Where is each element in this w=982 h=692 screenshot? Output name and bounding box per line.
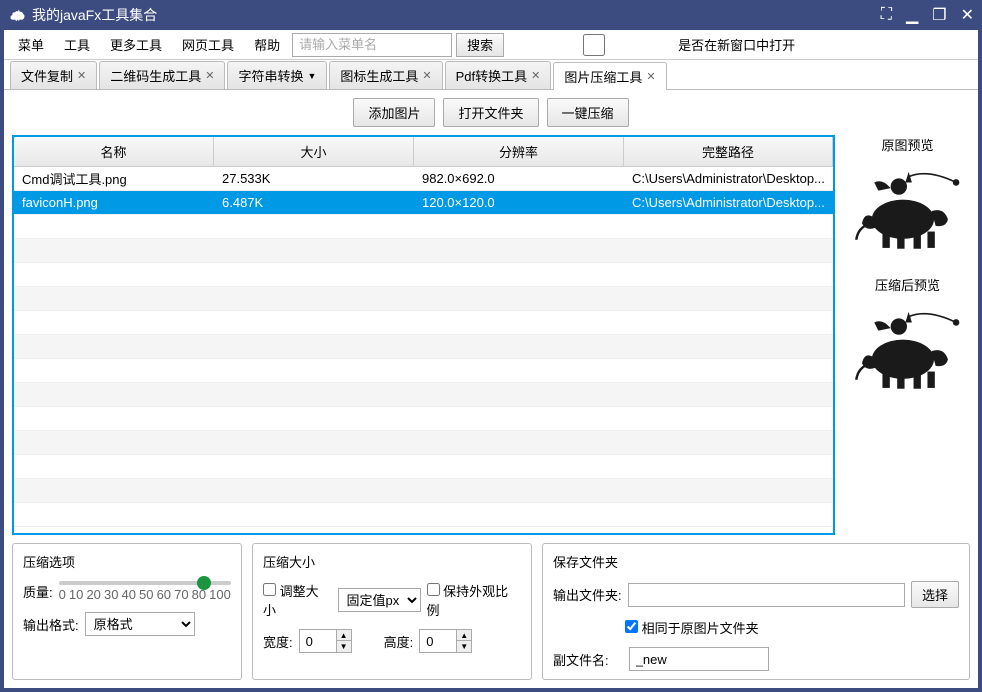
image-table: 名称 大小 分辨率 完整路径 Cmd调试工具.png 27.533K 982.0… [12,135,835,535]
col-header-resolution[interactable]: 分辨率 [414,137,624,166]
resize-checkbox-label[interactable]: 调整大小 [263,581,332,619]
width-spinner[interactable]: ▲▼ [299,629,352,653]
resize-checkbox[interactable] [263,583,276,596]
col-header-path[interactable]: 完整路径 [624,137,833,166]
suffix-label: 副文件名: [553,650,609,669]
menu-item[interactable]: 网页工具 [174,31,242,58]
table-row [14,431,833,455]
compressed-preview-image [847,302,967,392]
tab-close-icon[interactable]: ✕ [531,69,540,82]
resize-mode-select[interactable]: 固定值px [338,588,421,612]
menu-item[interactable]: 菜单 [10,31,52,58]
restore-icon[interactable]: ❐ [932,5,946,25]
original-preview-label: 原图预览 [845,135,970,154]
compress-size-panel: 压缩大小 调整大小 固定值px 保持外观比例 宽度: ▲▼ 高度: ▲▼ [252,543,532,680]
output-format-select[interactable]: 原格式 [85,612,195,636]
table-row[interactable]: faviconH.png 6.487K 120.0×120.0 C:\Users… [14,191,833,215]
select-folder-button[interactable]: 选择 [911,581,959,608]
output-format-label: 输出格式: [23,615,79,634]
new-window-checkbox[interactable] [514,34,674,56]
tab-close-icon[interactable]: ✕ [422,69,431,82]
output-folder-label: 输出文件夹: [553,585,622,604]
col-header-size[interactable]: 大小 [214,137,414,166]
keep-ratio-label[interactable]: 保持外观比例 [427,581,521,619]
spinner-up-icon[interactable]: ▲ [457,630,471,641]
tab-close-icon[interactable]: ✕ [205,69,214,82]
titlebar: 我的javaFx工具集合 ⛶ ▁ ❐ ✕ [0,0,982,30]
keep-ratio-checkbox[interactable] [427,583,440,596]
same-as-source-label[interactable]: 相同于原图片文件夹 [625,618,759,637]
tab-image-compress[interactable]: 图片压缩工具✕ [553,62,666,90]
toolbar: 添加图片 打开文件夹 一键压缩 [4,90,978,135]
col-header-name[interactable]: 名称 [14,137,214,166]
table-row [14,311,833,335]
panel-title: 压缩选项 [23,552,231,571]
tab-pdf-convert[interactable]: Pdf转换工具✕ [445,61,552,89]
table-row [14,263,833,287]
compressed-preview-label: 压缩后预览 [845,275,970,294]
compress-options-panel: 压缩选项 质量: 01020304050607080100 输出格式: 原格式 [12,543,242,680]
tab-icon-gen[interactable]: 图标生成工具✕ [329,61,442,89]
height-label: 高度: [384,632,414,651]
panel-title: 压缩大小 [263,552,521,571]
spinner-down-icon[interactable]: ▼ [337,641,351,652]
same-as-source-checkbox[interactable] [625,620,638,633]
table-row [14,335,833,359]
tab-qrcode[interactable]: 二维码生成工具✕ [99,61,225,89]
tab-close-icon[interactable]: ✕ [646,70,655,83]
quality-slider[interactable]: 01020304050607080100 [59,581,231,602]
spinner-up-icon[interactable]: ▲ [337,630,351,641]
panel-title: 保存文件夹 [553,552,959,571]
app-icon [8,6,26,24]
menu-item[interactable]: 更多工具 [102,31,170,58]
tab-close-icon[interactable]: ✕ [77,69,86,82]
table-body: Cmd调试工具.png 27.533K 982.0×692.0 C:\Users… [14,167,833,533]
table-row [14,287,833,311]
menu-item[interactable]: 工具 [56,31,98,58]
open-folder-button[interactable]: 打开文件夹 [443,98,538,127]
maximize-full-icon[interactable]: ⛶ [881,6,892,24]
width-label: 宽度: [263,632,293,651]
table-row [14,359,833,383]
output-folder-input[interactable] [628,583,905,607]
add-image-button[interactable]: 添加图片 [353,98,435,127]
original-preview-image [847,162,967,252]
spinner-down-icon[interactable]: ▼ [457,641,471,652]
table-row[interactable]: Cmd调试工具.png 27.533K 982.0×692.0 C:\Users… [14,167,833,191]
menu-item[interactable]: 帮助 [246,31,288,58]
tabbar: 文件复制✕ 二维码生成工具✕ 字符串转换▼ 图标生成工具✕ Pdf转换工具✕ 图… [4,60,978,90]
menu-search-input[interactable] [292,33,452,57]
quality-label: 质量: [23,582,53,601]
preview-sidebar: 原图预览 压缩后预览 [845,135,970,535]
suffix-input[interactable] [629,647,769,671]
height-spinner[interactable]: ▲▼ [419,629,472,653]
table-row [14,479,833,503]
table-row [14,239,833,263]
save-folder-panel: 保存文件夹 输出文件夹: 选择 相同于原图片文件夹 副文件名: [542,543,970,680]
menubar: 菜单 工具 更多工具 网页工具 帮助 搜索 是否在新窗口中打开 [4,30,978,60]
search-button[interactable]: 搜索 [456,33,504,57]
table-row [14,503,833,527]
close-icon[interactable]: ✕ [961,5,974,25]
table-row [14,383,833,407]
tab-string-convert[interactable]: 字符串转换▼ [227,61,327,89]
minimize-icon[interactable]: ▁ [906,5,918,25]
slider-thumb[interactable] [197,576,211,590]
compress-all-button[interactable]: 一键压缩 [547,98,629,127]
table-header: 名称 大小 分辨率 完整路径 [14,137,833,167]
table-row [14,407,833,431]
chevron-down-icon: ▼ [307,71,316,81]
table-row [14,455,833,479]
window-title: 我的javaFx工具集合 [32,5,881,25]
new-window-checkbox-label[interactable]: 是否在新窗口中打开 [514,34,795,56]
tab-file-copy[interactable]: 文件复制✕ [10,61,97,89]
table-row [14,215,833,239]
